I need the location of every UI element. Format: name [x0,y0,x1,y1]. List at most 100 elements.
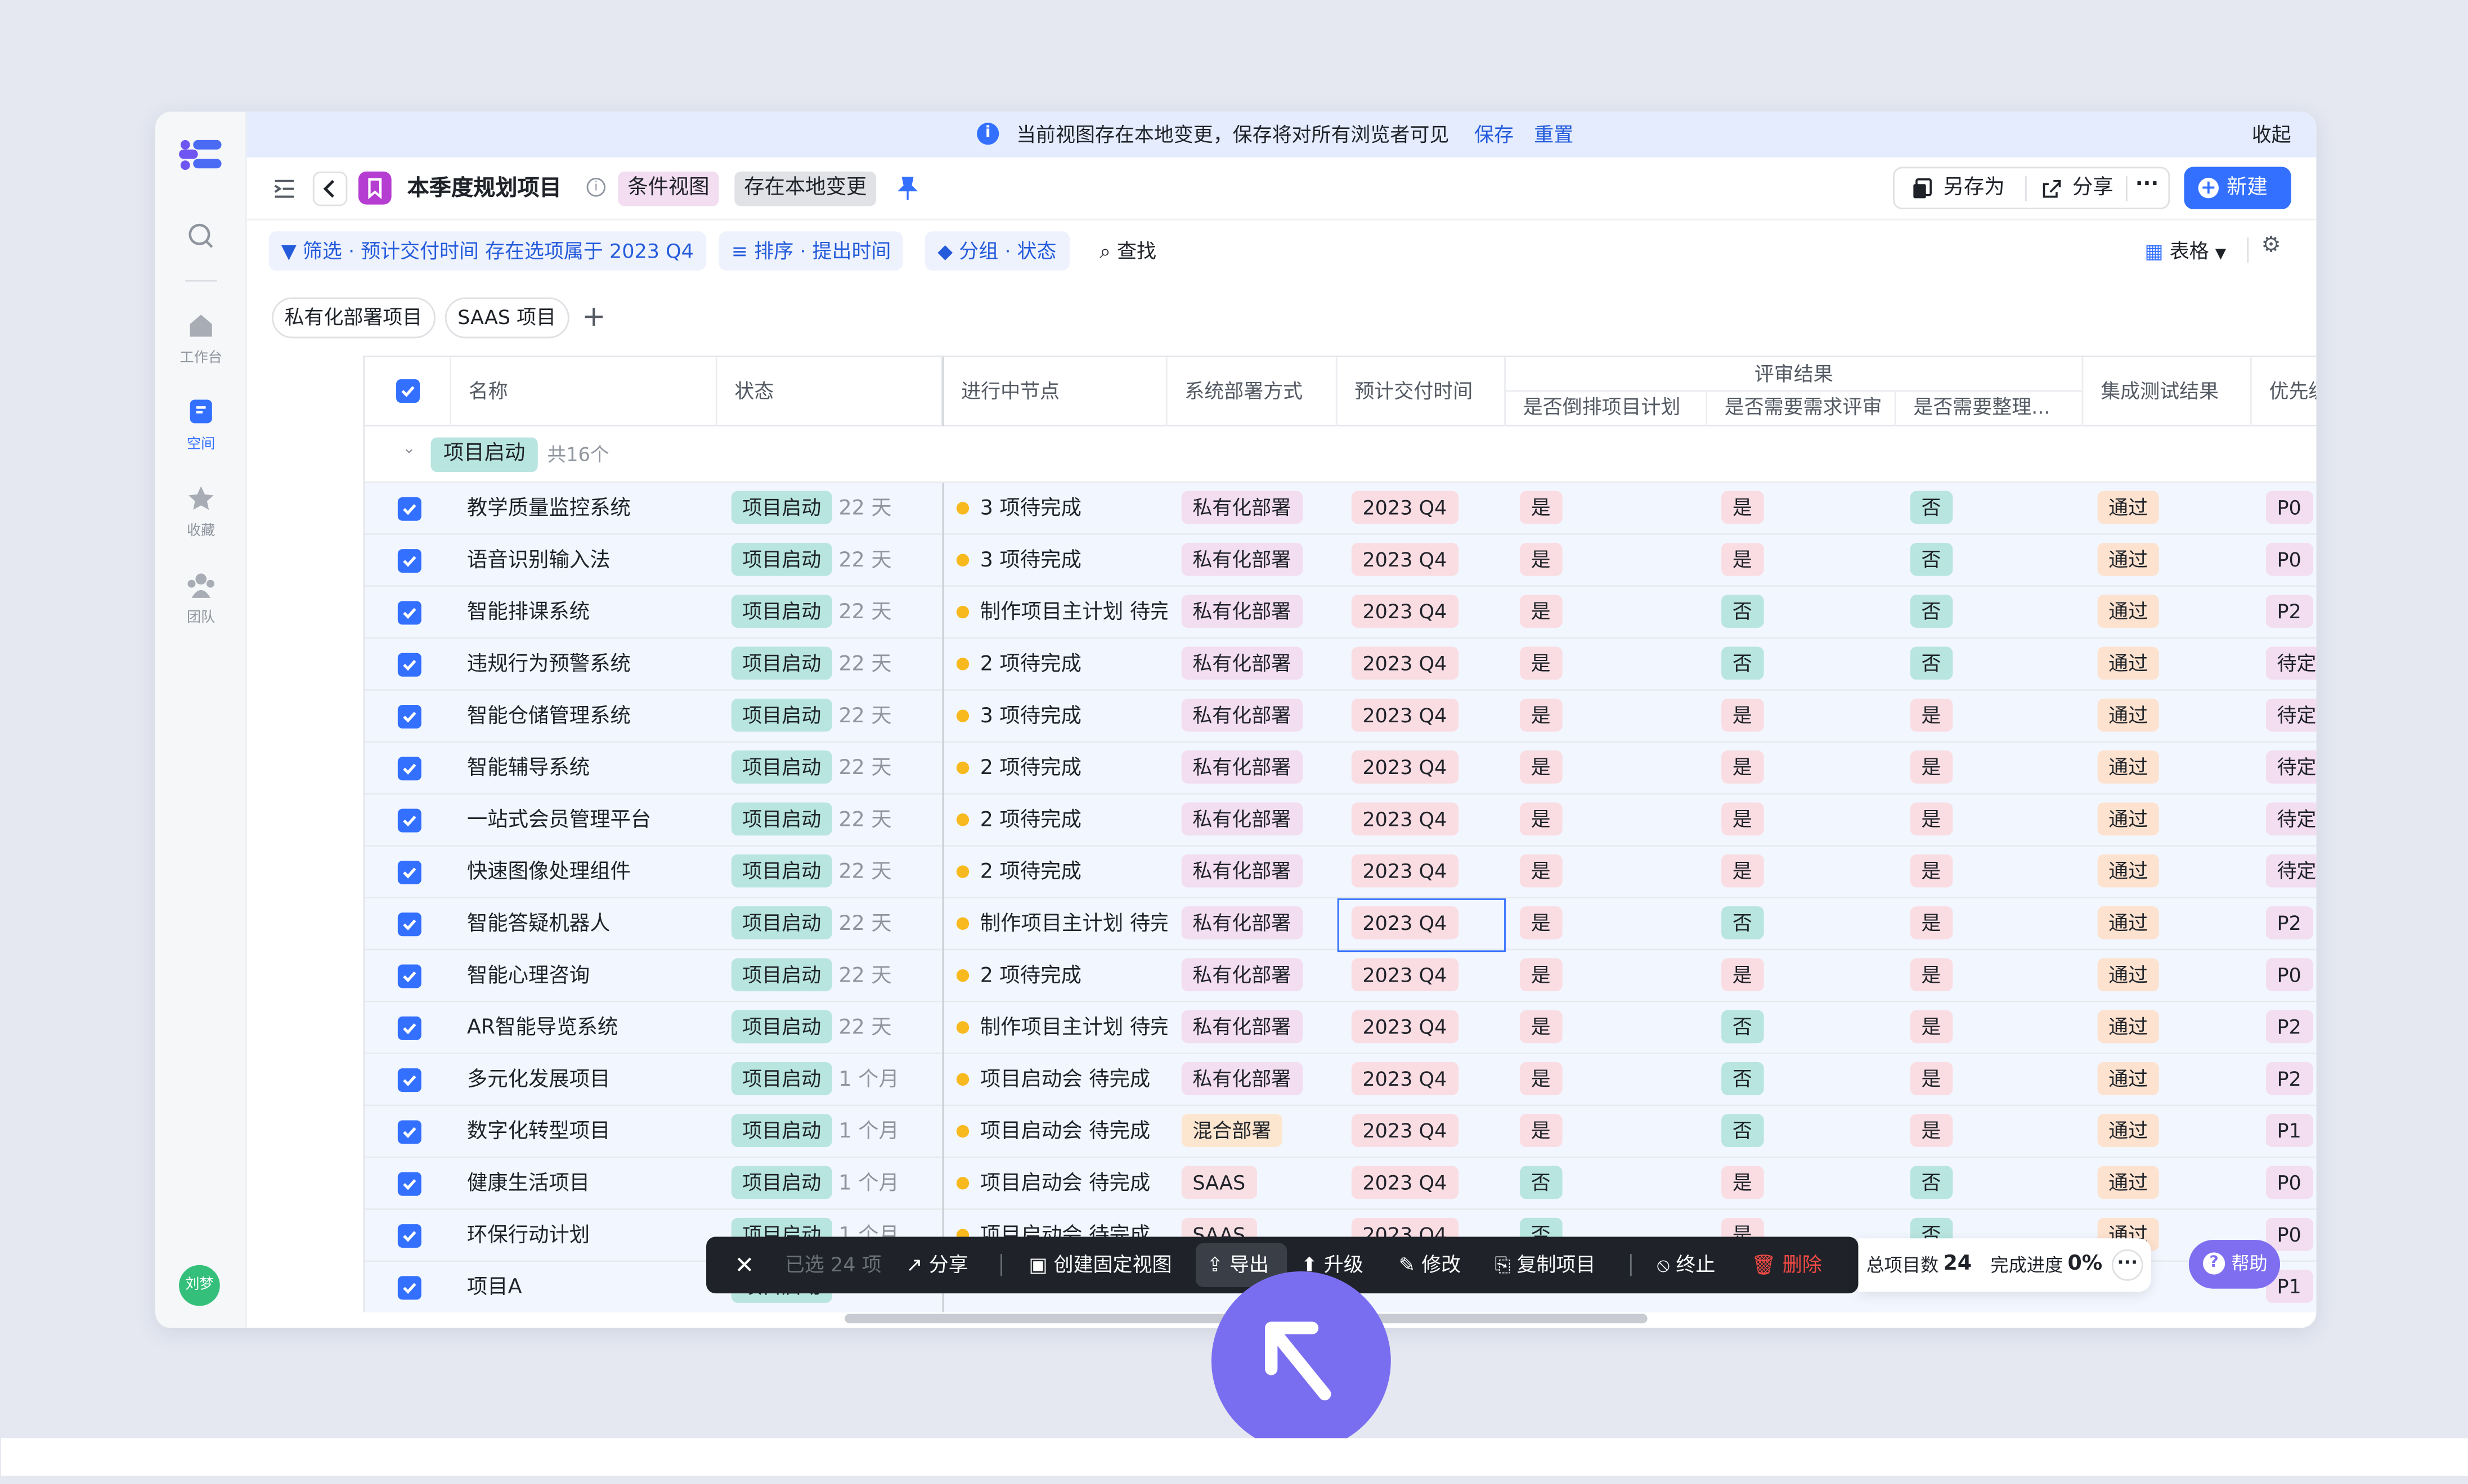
more-icon[interactable]: ··· [2111,1249,2143,1281]
stop-button[interactable]: ⦸ 终止 [1657,1236,1715,1293]
project-name[interactable]: 一站式会员管理平台 [451,794,717,846]
node-cell[interactable]: 制作项目主计划 待完 [943,898,1168,950]
sort-button[interactable]: ≡ 排序 · 提出时间 [719,231,904,271]
node-cell[interactable]: 2 项待完成 [943,794,1168,846]
table-row[interactable]: 多元化发展项目 项目启动 1 个月 项目启动会 待完成 私有化部署 2023 Q4 是 否 是… [365,1054,2317,1107]
project-name[interactable]: 项目A [451,1262,717,1312]
project-name[interactable]: 环保行动计划 [451,1210,717,1262]
col-node[interactable]: 进行中节点 [942,357,1168,426]
new-button[interactable]: + 新建 [2184,167,2291,210]
node-cell[interactable]: 制作项目主计划 待完 [943,587,1168,638]
sidebar-item-favorites[interactable]: 收藏 [155,484,246,539]
project-name[interactable]: AR智能导览系统 [451,1002,717,1054]
node-cell[interactable]: 3 项待完成 [943,483,1168,535]
row-checkbox[interactable] [397,1224,421,1248]
create-view-button[interactable]: ▣ 创建固定视图 [1029,1236,1172,1293]
back-button[interactable] [312,171,348,206]
col-review-2[interactable]: 是否需要需求评审 [1707,392,1896,426]
node-cell[interactable]: 项目启动会 待完成 [943,1158,1168,1210]
table-row[interactable]: 违规行为预警系统 项目启动 22 天 2 项待完成 私有化部署 2023 Q4 是 否 否 通过… [365,638,2317,691]
node-cell[interactable]: 3 项待完成 [943,535,1168,587]
table-row[interactable]: 一站式会员管理平台 项目启动 22 天 2 项待完成 私有化部署 2023 Q4 是 是 是 通… [365,794,2317,847]
row-checkbox[interactable] [397,1276,421,1300]
sidebar-item-space[interactable]: 空间 [155,398,246,453]
node-cell[interactable]: 2 项待完成 [943,639,1168,691]
view-mode-select[interactable]: ▦ 表格 ▼ [2145,231,2227,271]
node-cell[interactable]: 2 项待完成 [943,847,1168,898]
row-checkbox[interactable] [397,912,421,937]
close-icon[interactable]: ✕ [734,1236,754,1293]
node-cell[interactable]: 3 项待完成 [943,691,1168,743]
tab-private-deploy[interactable]: 私有化部署项目 [272,297,435,339]
avatar[interactable]: 刘梦 [179,1265,220,1306]
info-icon[interactable]: i [586,178,606,197]
node-cell[interactable]: 2 项待完成 [943,743,1168,794]
sidebar-item-search[interactable] [155,222,246,257]
project-name[interactable]: 教学质量监控系统 [451,483,717,535]
group-button[interactable]: ◆ 分组 · 状态 [925,231,1069,271]
filter-button[interactable]: ▼ 筛选 · 预计交付时间 存在选项属于 2023 Q4 [268,231,707,271]
project-name[interactable]: 智能辅导系统 [451,743,717,794]
project-name[interactable]: 智能排课系统 [451,587,717,638]
project-name[interactable]: 语音识别输入法 [451,535,717,587]
project-name[interactable]: 健康生活项目 [451,1158,717,1210]
node-cell[interactable]: 制作项目主计划 待完 [943,1002,1168,1054]
row-checkbox[interactable] [397,1172,421,1196]
node-cell[interactable]: 项目启动会 待完成 [943,1106,1168,1158]
row-checkbox[interactable] [397,705,421,729]
col-review-3[interactable]: 是否需要整理... [1896,392,2084,426]
tab-saas[interactable]: SAAS 项目 [445,297,569,339]
table-row[interactable]: 智能辅导系统 项目启动 22 天 2 项待完成 私有化部署 2023 Q4 是 是 是 通过 待定 [365,743,2317,795]
reset-link[interactable]: 重置 [1534,112,1573,158]
bulk-share-button[interactable]: ↗ 分享 [906,1236,968,1293]
group-row[interactable]: ⌄ 项目启动 共16个 [365,426,2317,483]
app-logo[interactable] [177,137,225,174]
row-checkbox[interactable] [397,549,421,573]
col-review-1[interactable]: 是否倒排项目计划 [1506,392,1707,426]
collapse-link[interactable]: 收起 [2252,112,2291,158]
select-all-checkbox[interactable] [396,379,420,403]
copy-button[interactable]: ⎘ 复制项目 [1495,1236,1595,1293]
save-as-button[interactable]: 另存为 [1943,168,2004,208]
col-status[interactable]: 状态 [717,357,943,426]
row-checkbox[interactable] [397,497,421,521]
table-row[interactable]: AR智能导览系统 项目启动 22 天 制作项目主计划 待完 私有化部署 2023 Q4 是… [365,1002,2317,1054]
help-button[interactable]: ? 帮助 [2188,1240,2281,1289]
col-priority[interactable]: 优先级 [2252,357,2316,426]
row-checkbox[interactable] [397,653,421,677]
project-name[interactable]: 数字化转型项目 [451,1106,717,1158]
project-name[interactable]: 智能仓储管理系统 [451,691,717,743]
row-checkbox[interactable] [397,1016,421,1040]
sidebar-item-team[interactable]: 团队 [155,571,246,626]
row-checkbox[interactable] [397,757,421,781]
project-name[interactable]: 违规行为预警系统 [451,639,717,691]
project-name[interactable]: 快速图像处理组件 [451,847,717,898]
settings-gear-icon[interactable]: ⚙ [2261,233,2281,258]
save-link[interactable]: 保存 [1474,112,1514,158]
add-tab-button[interactable]: + [582,298,605,339]
table-row[interactable]: 语音识别输入法 项目启动 22 天 3 项待完成 私有化部署 2023 Q4 是 是 否 通过 P… [365,534,2317,587]
table-row[interactable]: 教学质量监控系统 项目启动 22 天 3 项待完成 私有化部署 2023 Q4 是 是 否 通过… [365,483,2317,535]
table-row[interactable]: 智能仓储管理系统 项目启动 22 天 3 项待完成 私有化部署 2023 Q4 是 是 是 通过… [365,690,2317,743]
col-name[interactable]: 名称 [451,357,717,426]
edit-button[interactable]: ✎ 修改 [1399,1236,1461,1293]
col-deploy[interactable]: 系统部署方式 [1168,357,1338,426]
row-checkbox[interactable] [397,601,421,625]
row-checkbox[interactable] [397,860,421,884]
pin-icon[interactable] [896,176,918,208]
row-checkbox[interactable] [397,808,421,833]
project-name[interactable]: 智能答疑机器人 [451,898,717,950]
row-checkbox[interactable] [397,964,421,988]
table-row[interactable]: 健康生活项目 项目启动 1 个月 项目启动会 待完成 SAAS 2023 Q4 否 是 否 通过… [365,1158,2317,1210]
chevron-down-icon[interactable]: ⌄ [402,440,415,458]
project-name[interactable]: 智能心理咨询 [451,950,717,1002]
col-test[interactable]: 集成测试结果 [2083,357,2252,426]
row-checkbox[interactable] [397,1120,421,1144]
row-checkbox[interactable] [397,1068,421,1092]
table-row[interactable]: 数字化转型项目 项目启动 1 个月 项目启动会 待完成 混合部署 2023 Q4 是 否 是 通… [365,1106,2317,1158]
table-row[interactable]: 智能心理咨询 项目启动 22 天 2 项待完成 私有化部署 2023 Q4 是 是 是 通过 P0 [365,950,2317,1002]
project-name[interactable]: 多元化发展项目 [451,1054,717,1106]
share-button[interactable]: 分享 [2072,168,2113,208]
table-row[interactable]: 智能排课系统 项目启动 22 天 制作项目主计划 待完 私有化部署 2023 Q4 是 否 否… [365,587,2317,639]
sidebar-toggle-icon[interactable] [272,176,297,208]
